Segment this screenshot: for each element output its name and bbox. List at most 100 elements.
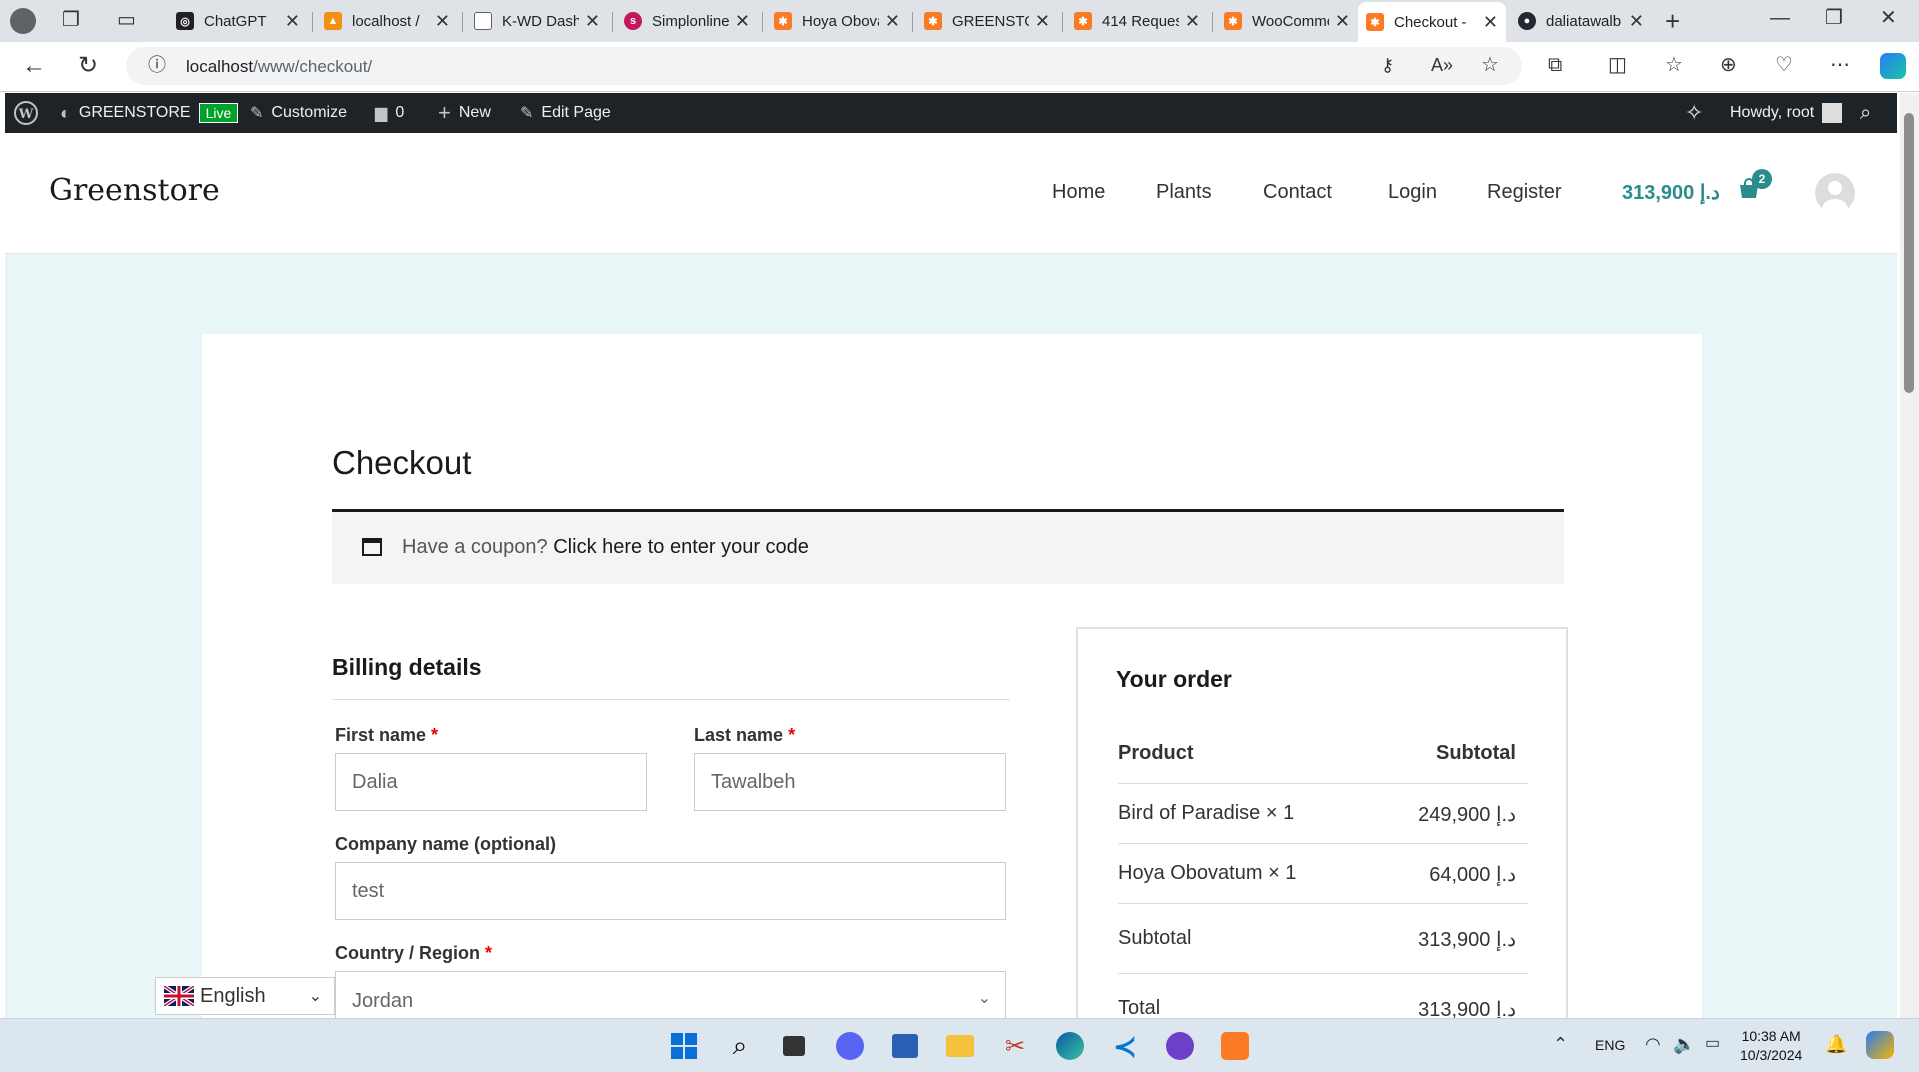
wifi-icon[interactable]: ◠: [1645, 1035, 1661, 1053]
snipping-tool-icon[interactable]: ✂: [999, 1030, 1031, 1062]
browser-tab[interactable]: K-WD Dashb✕: [466, 4, 608, 38]
discord-icon[interactable]: [834, 1030, 866, 1062]
read-aloud-icon[interactable]: A»: [1431, 56, 1453, 74]
browser-tab[interactable]: ✱ Hoya Obova ✕: [766, 4, 908, 38]
wp-edit-page-link[interactable]: ✎ Edit Page: [520, 93, 611, 133]
nav-login[interactable]: Login: [1388, 181, 1437, 204]
store-icon[interactable]: [889, 1030, 921, 1062]
wp-customize-link[interactable]: ✎ Customize: [250, 93, 347, 133]
company-input[interactable]: test: [335, 862, 1006, 920]
xampp-icon[interactable]: [1219, 1030, 1251, 1062]
windows-start-icon[interactable]: [668, 1030, 700, 1062]
new-tab-icon[interactable]: +: [1665, 8, 1680, 34]
wp-account-menu[interactable]: Howdy, root: [1730, 93, 1843, 133]
site-info-icon[interactable]: ⓘ: [148, 56, 166, 74]
checkout-content: Checkout Have a coupon? Click here to en…: [202, 334, 1702, 1067]
profile-icon[interactable]: [10, 8, 36, 34]
close-icon[interactable]: ✕: [585, 11, 600, 32]
site-logo[interactable]: Greenstore: [49, 173, 220, 208]
edge-icon[interactable]: [1054, 1030, 1086, 1062]
file-explorer-icon[interactable]: [944, 1030, 976, 1062]
key-icon[interactable]: ⚷: [1381, 56, 1394, 74]
cart-total[interactable]: د.إ 313,900: [1622, 180, 1720, 205]
comment-icon: ▆: [375, 105, 388, 122]
browser-tab[interactable]: s Simplonline ✕: [616, 4, 758, 38]
chevron-up-icon[interactable]: ⌃: [1553, 1035, 1568, 1053]
copilot-icon[interactable]: [1880, 53, 1906, 79]
divider: [332, 699, 1010, 700]
browser-tab[interactable]: ✱GREENSTOR✕: [916, 4, 1058, 38]
svg-text:W: W: [18, 107, 34, 122]
order-review: Your order Product Subtotal Bird of Para…: [1076, 627, 1568, 1067]
close-icon[interactable]: ✕: [885, 11, 900, 32]
user-avatar[interactable]: [1815, 173, 1855, 213]
workspaces-icon[interactable]: ❐: [62, 10, 80, 30]
wp-site-menu[interactable]: ◐ GREENSTORE Live: [60, 93, 239, 133]
nav-plants[interactable]: Plants: [1156, 181, 1212, 204]
speaker-muted-icon[interactable]: 🔈: [1673, 1035, 1695, 1053]
page-title: Checkout: [332, 444, 472, 481]
task-view-icon[interactable]: [778, 1030, 810, 1062]
url-input[interactable]: ⓘ localhost/www/checkout/ ⚷ A» ☆: [126, 47, 1522, 85]
search-icon[interactable]: ⌕: [1860, 93, 1871, 133]
restore-icon[interactable]: ❐: [1825, 8, 1843, 28]
input-language[interactable]: ENG: [1595, 1037, 1625, 1053]
favorite-star-icon[interactable]: ☆: [1481, 55, 1499, 75]
more-icon[interactable]: ⋯: [1830, 55, 1850, 75]
close-icon[interactable]: ✕: [1035, 11, 1050, 32]
language-switcher[interactable]: English ⌄: [155, 977, 335, 1015]
collections-icon[interactable]: ⊕: [1720, 55, 1737, 75]
nav-home[interactable]: Home: [1052, 181, 1105, 204]
extensions-icon[interactable]: ⧉: [1548, 55, 1562, 75]
order-subtotal-row: Subtotal د.إ 313,900: [1118, 904, 1528, 974]
close-window-icon[interactable]: ✕: [1880, 8, 1897, 28]
browser-tab[interactable]: ▲ localhost / ✕: [316, 4, 458, 38]
ai-sparkle-icon[interactable]: ✧: [1685, 93, 1703, 133]
xampp-icon: ✱: [1074, 12, 1092, 30]
scrollbar-thumb[interactable]: [1904, 113, 1914, 393]
nav-register[interactable]: Register: [1487, 181, 1561, 204]
country-label: Country / Region *: [335, 943, 493, 963]
minimize-icon[interactable]: —: [1770, 8, 1790, 28]
live-badge: Live: [198, 103, 239, 123]
back-icon[interactable]: ←: [22, 54, 46, 78]
split-screen-icon[interactable]: ◫: [1608, 55, 1627, 75]
close-icon[interactable]: ✕: [1335, 11, 1350, 32]
favorites-icon[interactable]: ☆: [1665, 55, 1683, 75]
browser-tab[interactable]: ✱ WooComme ✕: [1216, 4, 1358, 38]
cart-count-badge: 2: [1752, 169, 1772, 189]
company-label: Company name (optional): [335, 834, 557, 854]
battery-icon[interactable]: ▭: [1705, 1036, 1720, 1052]
last-name-input[interactable]: Tawalbeh: [694, 753, 1006, 811]
dashboard-icon: ◐: [60, 102, 71, 123]
page-scrollbar[interactable]: [1900, 93, 1919, 1018]
health-icon[interactable]: ♡: [1775, 55, 1793, 75]
wp-comments-link[interactable]: ▆ 0: [375, 93, 404, 133]
close-icon[interactable]: ✕: [285, 11, 300, 32]
vscode-icon[interactable]: ≺: [1109, 1030, 1141, 1062]
github-desktop-icon[interactable]: [1164, 1030, 1196, 1062]
order-item: Hoya Obovatum × 1 د.إ 64,000: [1118, 844, 1528, 904]
browser-tab[interactable]: ◎ ChatGPT ✕: [168, 4, 308, 38]
close-icon[interactable]: ✕: [1483, 12, 1498, 33]
close-icon[interactable]: ✕: [1185, 11, 1200, 32]
first-name-label: First name *: [335, 725, 439, 745]
system-clock[interactable]: 10:38 AM 10/3/2024: [1740, 1027, 1802, 1065]
last-name-label: Last name *: [694, 725, 796, 745]
refresh-icon[interactable]: ↻: [78, 54, 98, 78]
browser-tab[interactable]: ✱ 414 Reques ✕: [1066, 4, 1208, 38]
coupon-link[interactable]: Click here to enter your code: [553, 536, 809, 558]
nav-contact[interactable]: Contact: [1263, 181, 1332, 204]
close-icon[interactable]: ✕: [435, 11, 450, 32]
wp-new-link[interactable]: + New: [438, 93, 491, 133]
browser-tab[interactable]: ● daliatawalb ✕: [1510, 4, 1652, 38]
copilot-icon[interactable]: [1866, 1031, 1894, 1059]
close-icon[interactable]: ✕: [1629, 11, 1644, 32]
wp-logo-icon[interactable]: W: [13, 93, 39, 133]
notification-bell-icon[interactable]: 🔔: [1825, 1035, 1847, 1053]
tab-actions-icon[interactable]: ▭: [117, 10, 136, 30]
close-icon[interactable]: ✕: [735, 11, 750, 32]
first-name-input[interactable]: Dalia: [335, 753, 647, 811]
search-icon[interactable]: ⌕: [724, 1030, 756, 1062]
browser-tab-active[interactable]: ✱ Checkout - ✕: [1358, 2, 1506, 42]
